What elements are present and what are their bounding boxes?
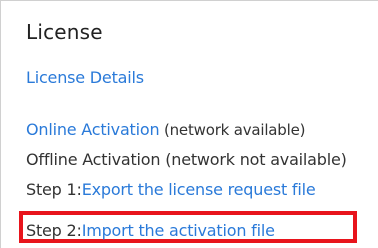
export-license-request-link[interactable]: Export the license request file [82,180,316,199]
offline-activation-row: Offline Activation (network not availabl… [26,150,347,169]
step1-prefix: Step 1: [26,180,82,199]
step2-prefix: Step 2: [26,221,82,240]
online-activation-row: Online Activation (network available) [26,120,305,139]
online-activation-link[interactable]: Online Activation [26,120,160,139]
license-title: License [26,20,103,44]
license-panel: License License Details Online Activatio… [0,0,378,248]
license-details-row: License Details [26,68,144,87]
online-activation-note: (network available) [159,121,306,139]
import-activation-file-link[interactable]: Import the activation file [82,221,275,240]
step2-row: Step 2:Import the activation file [26,221,275,240]
offline-activation-label: Offline Activation (network not availabl… [26,150,347,169]
panel-left-border [0,0,1,248]
license-details-link[interactable]: License Details [26,68,144,87]
panel-top-border [0,0,378,1]
step1-row: Step 1:Export the license request file [26,180,316,199]
